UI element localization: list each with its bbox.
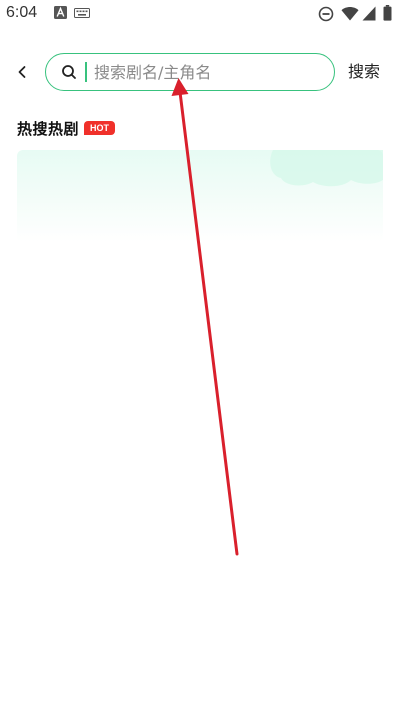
search-input[interactable] xyxy=(94,59,324,85)
hot-badge: HOT xyxy=(84,121,115,135)
annotation-arrow xyxy=(171,78,239,556)
hot-section-title: 热搜热剧 xyxy=(17,120,80,138)
screen: 6:04 搜索剧名/主角名 搜索 热搜热剧 HOT xyxy=(0,0,400,712)
battery-icon xyxy=(383,5,392,21)
keyboard-icon xyxy=(74,8,90,18)
status-time: 6:04 xyxy=(6,4,38,21)
a-letter-icon xyxy=(54,6,67,19)
text-cursor xyxy=(85,62,87,82)
status-bar: 6:04 xyxy=(0,0,400,28)
search-button[interactable]: 搜索 xyxy=(348,60,380,84)
hot-list-panel xyxy=(17,150,383,242)
signal-icon xyxy=(362,6,376,21)
cloud-decoration xyxy=(270,150,383,187)
search-box[interactable] xyxy=(45,53,335,91)
back-button[interactable] xyxy=(10,60,34,84)
do-not-disturb-icon xyxy=(318,6,334,22)
wifi-icon xyxy=(341,7,359,21)
chevron-left-icon xyxy=(18,66,26,78)
search-icon xyxy=(62,65,76,79)
